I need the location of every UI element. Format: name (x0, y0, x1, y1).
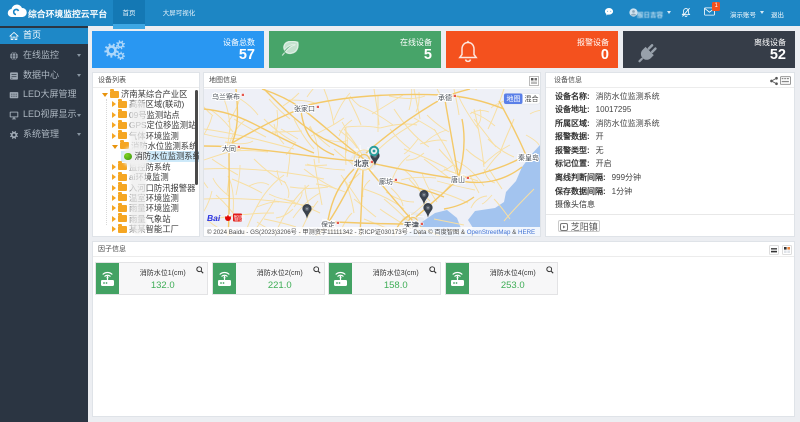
svg-text:混合: 混合 (525, 94, 539, 103)
svg-text:大同: 大同 (222, 144, 236, 153)
svg-text:承德: 承德 (438, 93, 452, 102)
svg-text:张家口: 张家口 (294, 104, 315, 113)
svg-text:© 2024 Baidu - GS(2023)3206号 -: © 2024 Baidu - GS(2023)3206号 - 甲测资字11111… (207, 228, 535, 236)
svg-text:北京: 北京 (354, 158, 369, 168)
svg-text:Bai: Bai (207, 213, 221, 223)
svg-text:乌兰察布: 乌兰察布 (212, 92, 240, 101)
svg-text:秦皇岛: 秦皇岛 (518, 153, 539, 162)
svg-text:廊坊: 廊坊 (379, 177, 393, 186)
svg-text:地图: 地图 (507, 94, 521, 103)
svg-text:唐山: 唐山 (451, 175, 465, 184)
svg-text:智图: 智图 (234, 214, 246, 222)
